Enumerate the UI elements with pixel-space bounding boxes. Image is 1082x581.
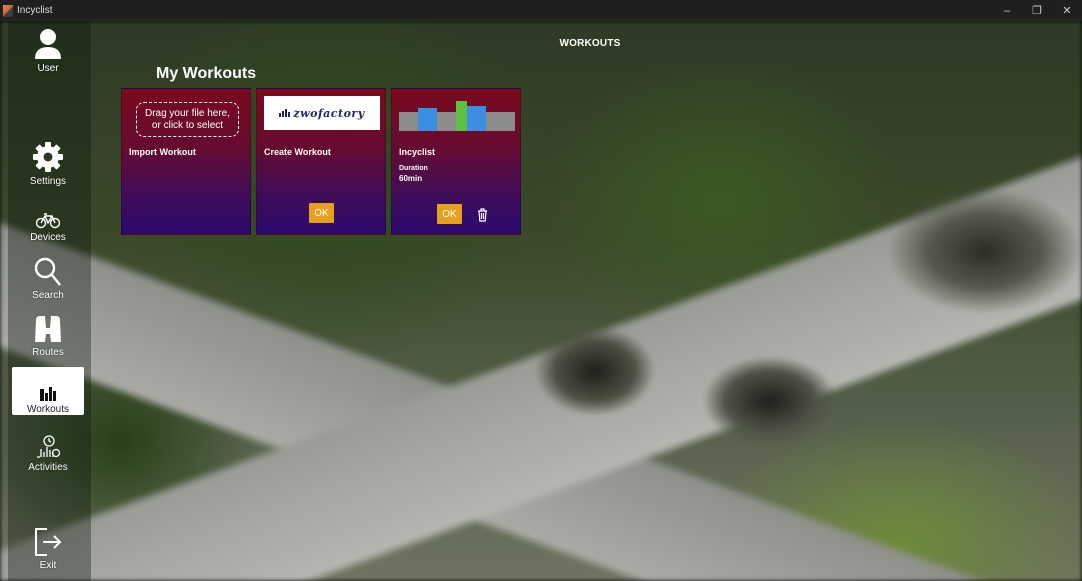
page-title: My Workouts [156, 65, 257, 82]
activities-icon [35, 435, 61, 459]
logo-bars-icon [279, 109, 291, 117]
incyclist-workout-card[interactable]: Incyclist Duration 60min OK [391, 88, 521, 235]
profile-interval-3 [467, 106, 486, 131]
logo-text: zwofactory [293, 106, 365, 120]
sidebar-item-label: Search [32, 290, 64, 301]
workout-profile-chart [399, 101, 515, 131]
import-workout-card[interactable]: Drag your file here, or click to select … [121, 88, 251, 235]
sidebar-item-label: Workouts [26, 404, 70, 415]
profile-interval-2 [456, 101, 467, 131]
sidebar-item-exit[interactable]: Exit [12, 523, 84, 571]
app-logo-icon [3, 4, 13, 17]
duration-value: 60min [399, 174, 423, 183]
sidebar-item-label: Routes [32, 347, 64, 358]
sidebar-item-devices[interactable]: Devices [12, 195, 84, 243]
sidebar: User Settings Devices Search Routes Work… [8, 21, 91, 581]
ok-button[interactable]: OK [437, 204, 462, 224]
workout-chart-icon [39, 385, 57, 401]
binoculars-icon [34, 314, 62, 344]
header-title: WORKOUTS [559, 38, 621, 49]
sidebar-item-activities[interactable]: Activities [12, 425, 84, 473]
sidebar-item-label: User [37, 63, 59, 74]
sidebar-item-search[interactable]: Search [12, 253, 84, 301]
card-title: Incyclist [399, 147, 436, 157]
sidebar-item-routes[interactable]: Routes [12, 310, 84, 358]
user-icon [34, 28, 62, 60]
duration-label: Duration [399, 165, 428, 172]
profile-interval-1 [418, 108, 437, 131]
trash-icon[interactable] [475, 207, 489, 223]
search-icon [34, 257, 62, 287]
sidebar-item-label: Activities [28, 462, 68, 473]
create-workout-card[interactable]: zwofactory Create Workout OK [256, 88, 386, 235]
window-controls: – ❐ ✕ [992, 0, 1082, 21]
window-titlebar: Incyclist – ❐ ✕ [0, 0, 1082, 21]
zwofactory-logo: zwofactory [264, 96, 380, 130]
sidebar-item-label: Settings [29, 176, 67, 187]
close-button[interactable]: ✕ [1052, 0, 1082, 21]
maximize-button[interactable]: ❐ [1022, 0, 1052, 21]
card-title: Import Workout [129, 147, 196, 157]
exit-icon [33, 527, 63, 557]
sidebar-item-label: Exit [39, 560, 57, 571]
ok-button[interactable]: OK [309, 203, 334, 223]
file-drop-zone[interactable]: Drag your file here, or click to select [136, 102, 239, 137]
sidebar-item-workouts[interactable]: Workouts [12, 367, 84, 415]
card-title: Create Workout [264, 147, 331, 157]
sidebar-item-label: Devices [30, 232, 66, 243]
window-title: Incyclist [17, 5, 53, 16]
sidebar-item-settings[interactable]: Settings [12, 139, 84, 187]
sidebar-item-user[interactable]: User [12, 26, 84, 74]
bicycle-icon [36, 213, 60, 229]
minimize-button[interactable]: – [992, 0, 1022, 21]
gear-icon [32, 141, 64, 173]
